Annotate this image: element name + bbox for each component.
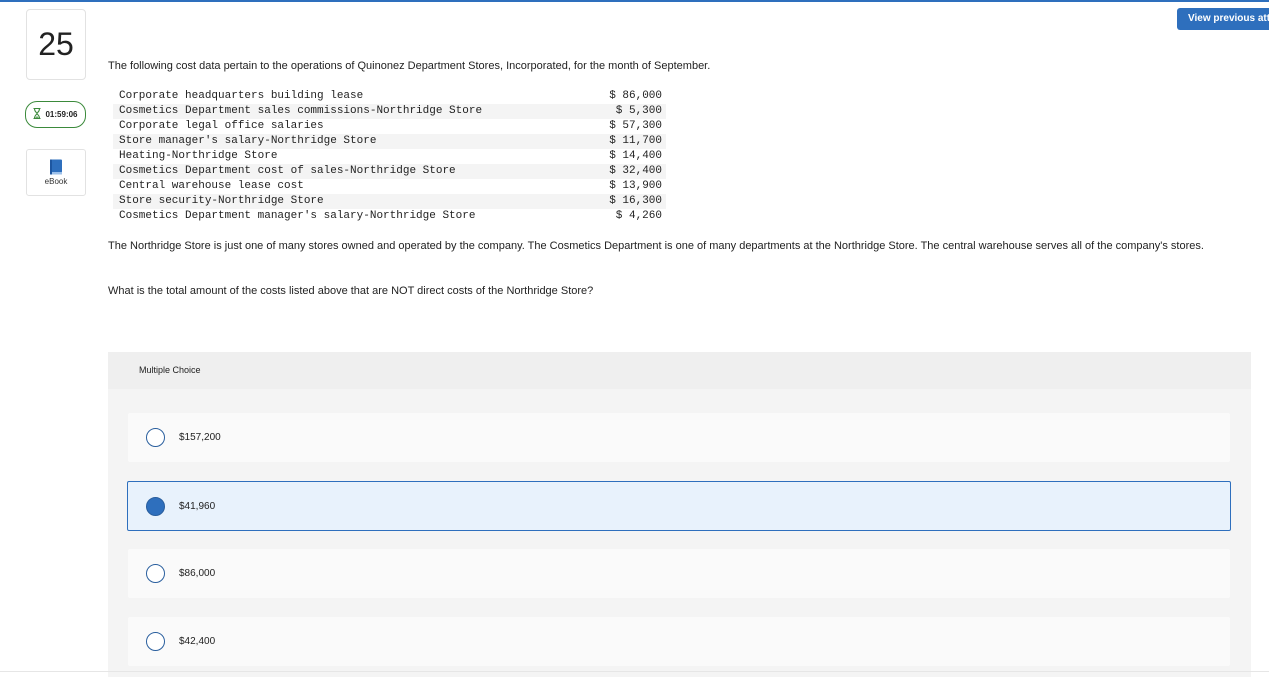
cost-item: Cosmetics Department sales commissions-N… bbox=[119, 105, 483, 117]
timer-badge[interactable]: 01:59:06 bbox=[25, 101, 86, 128]
choice-label: $41,960 bbox=[179, 500, 216, 512]
cost-row: Store manager's salary-Northridge Store $… bbox=[113, 134, 666, 149]
radio-button-selected[interactable] bbox=[146, 496, 165, 516]
cost-row: Cosmetics Department sales commissions-N… bbox=[113, 104, 666, 119]
cost-amount: $ 14,400 bbox=[609, 150, 662, 162]
cost-row: Store security-Northridge Store $ 16,300 bbox=[113, 194, 666, 209]
cost-amount: $ 57,300 bbox=[609, 120, 662, 132]
cost-row: Heating-Northridge Store $ 14,400 bbox=[113, 149, 666, 164]
question-number-text: 25 bbox=[38, 26, 74, 62]
cost-table: Corporate headquarters building lease $ 8… bbox=[113, 89, 666, 224]
cost-amount: $ 4,260 bbox=[615, 210, 662, 222]
cost-item: Cosmetics Department cost of sales-North… bbox=[119, 165, 456, 177]
ebook-label: eBook bbox=[44, 177, 68, 186]
cost-row: Corporate headquarters building lease $ 8… bbox=[113, 89, 666, 104]
choice-option[interactable]: $86,000 bbox=[128, 549, 1230, 598]
radio-button[interactable] bbox=[146, 564, 165, 583]
cost-item: Heating-Northridge Store bbox=[119, 150, 278, 162]
cost-item: Cosmetics Department manager's salary-No… bbox=[119, 210, 476, 222]
cost-item: Corporate legal office salaries bbox=[119, 120, 324, 132]
book-icon bbox=[49, 159, 63, 177]
question-prompt: What is the total amount of the costs li… bbox=[108, 285, 594, 297]
radio-button[interactable] bbox=[146, 428, 165, 447]
cost-amount: $ 16,300 bbox=[609, 195, 662, 207]
question-intro: The following cost data pertain to the o… bbox=[108, 60, 711, 72]
cost-item: Store security-Northridge Store bbox=[119, 195, 324, 207]
top-accent-bar bbox=[0, 0, 1269, 2]
cost-amount: $ 11,700 bbox=[609, 135, 662, 147]
cost-item: Store manager's salary-Northridge Store bbox=[119, 135, 377, 147]
cost-amount: $ 86,000 bbox=[609, 90, 662, 102]
ebook-button[interactable]: eBook bbox=[26, 149, 86, 196]
cost-row: Corporate legal office salaries $ 57,300 bbox=[113, 119, 666, 134]
choice-label: $157,200 bbox=[179, 432, 221, 443]
multiple-choice-header: Multiple Choice bbox=[108, 352, 1251, 389]
cost-item: Corporate headquarters building lease bbox=[119, 90, 364, 102]
cost-amount: $ 5,300 bbox=[615, 105, 662, 117]
choice-option-selected[interactable]: $41,960 bbox=[127, 481, 1231, 531]
bottom-divider bbox=[0, 671, 1269, 672]
view-previous-attempt-button[interactable]: View previous attempt bbox=[1177, 8, 1269, 30]
timer-text: 01:59:06 bbox=[45, 110, 78, 119]
radio-button[interactable] bbox=[146, 632, 165, 651]
question-number: 25 bbox=[26, 9, 86, 80]
cost-row: Central warehouse lease cost $ 13,900 bbox=[113, 179, 666, 194]
question-context: The Northridge Store is just one of many… bbox=[108, 240, 1204, 252]
cost-amount: $ 13,900 bbox=[609, 180, 662, 192]
choice-option[interactable]: $157,200 bbox=[128, 413, 1230, 462]
cost-item: Central warehouse lease cost bbox=[119, 180, 304, 192]
choice-label: $86,000 bbox=[179, 568, 216, 579]
multiple-choice-panel: Multiple Choice $157,200 $41,960 $86,000… bbox=[108, 352, 1251, 677]
cost-row: Cosmetics Department manager's salary-No… bbox=[113, 209, 666, 224]
cost-row: Cosmetics Department cost of sales-North… bbox=[113, 164, 666, 179]
cost-amount: $ 32,400 bbox=[609, 165, 662, 177]
choice-option[interactable]: $42,400 bbox=[128, 617, 1230, 666]
choice-label: $42,400 bbox=[179, 636, 216, 647]
hourglass-icon bbox=[33, 107, 41, 121]
